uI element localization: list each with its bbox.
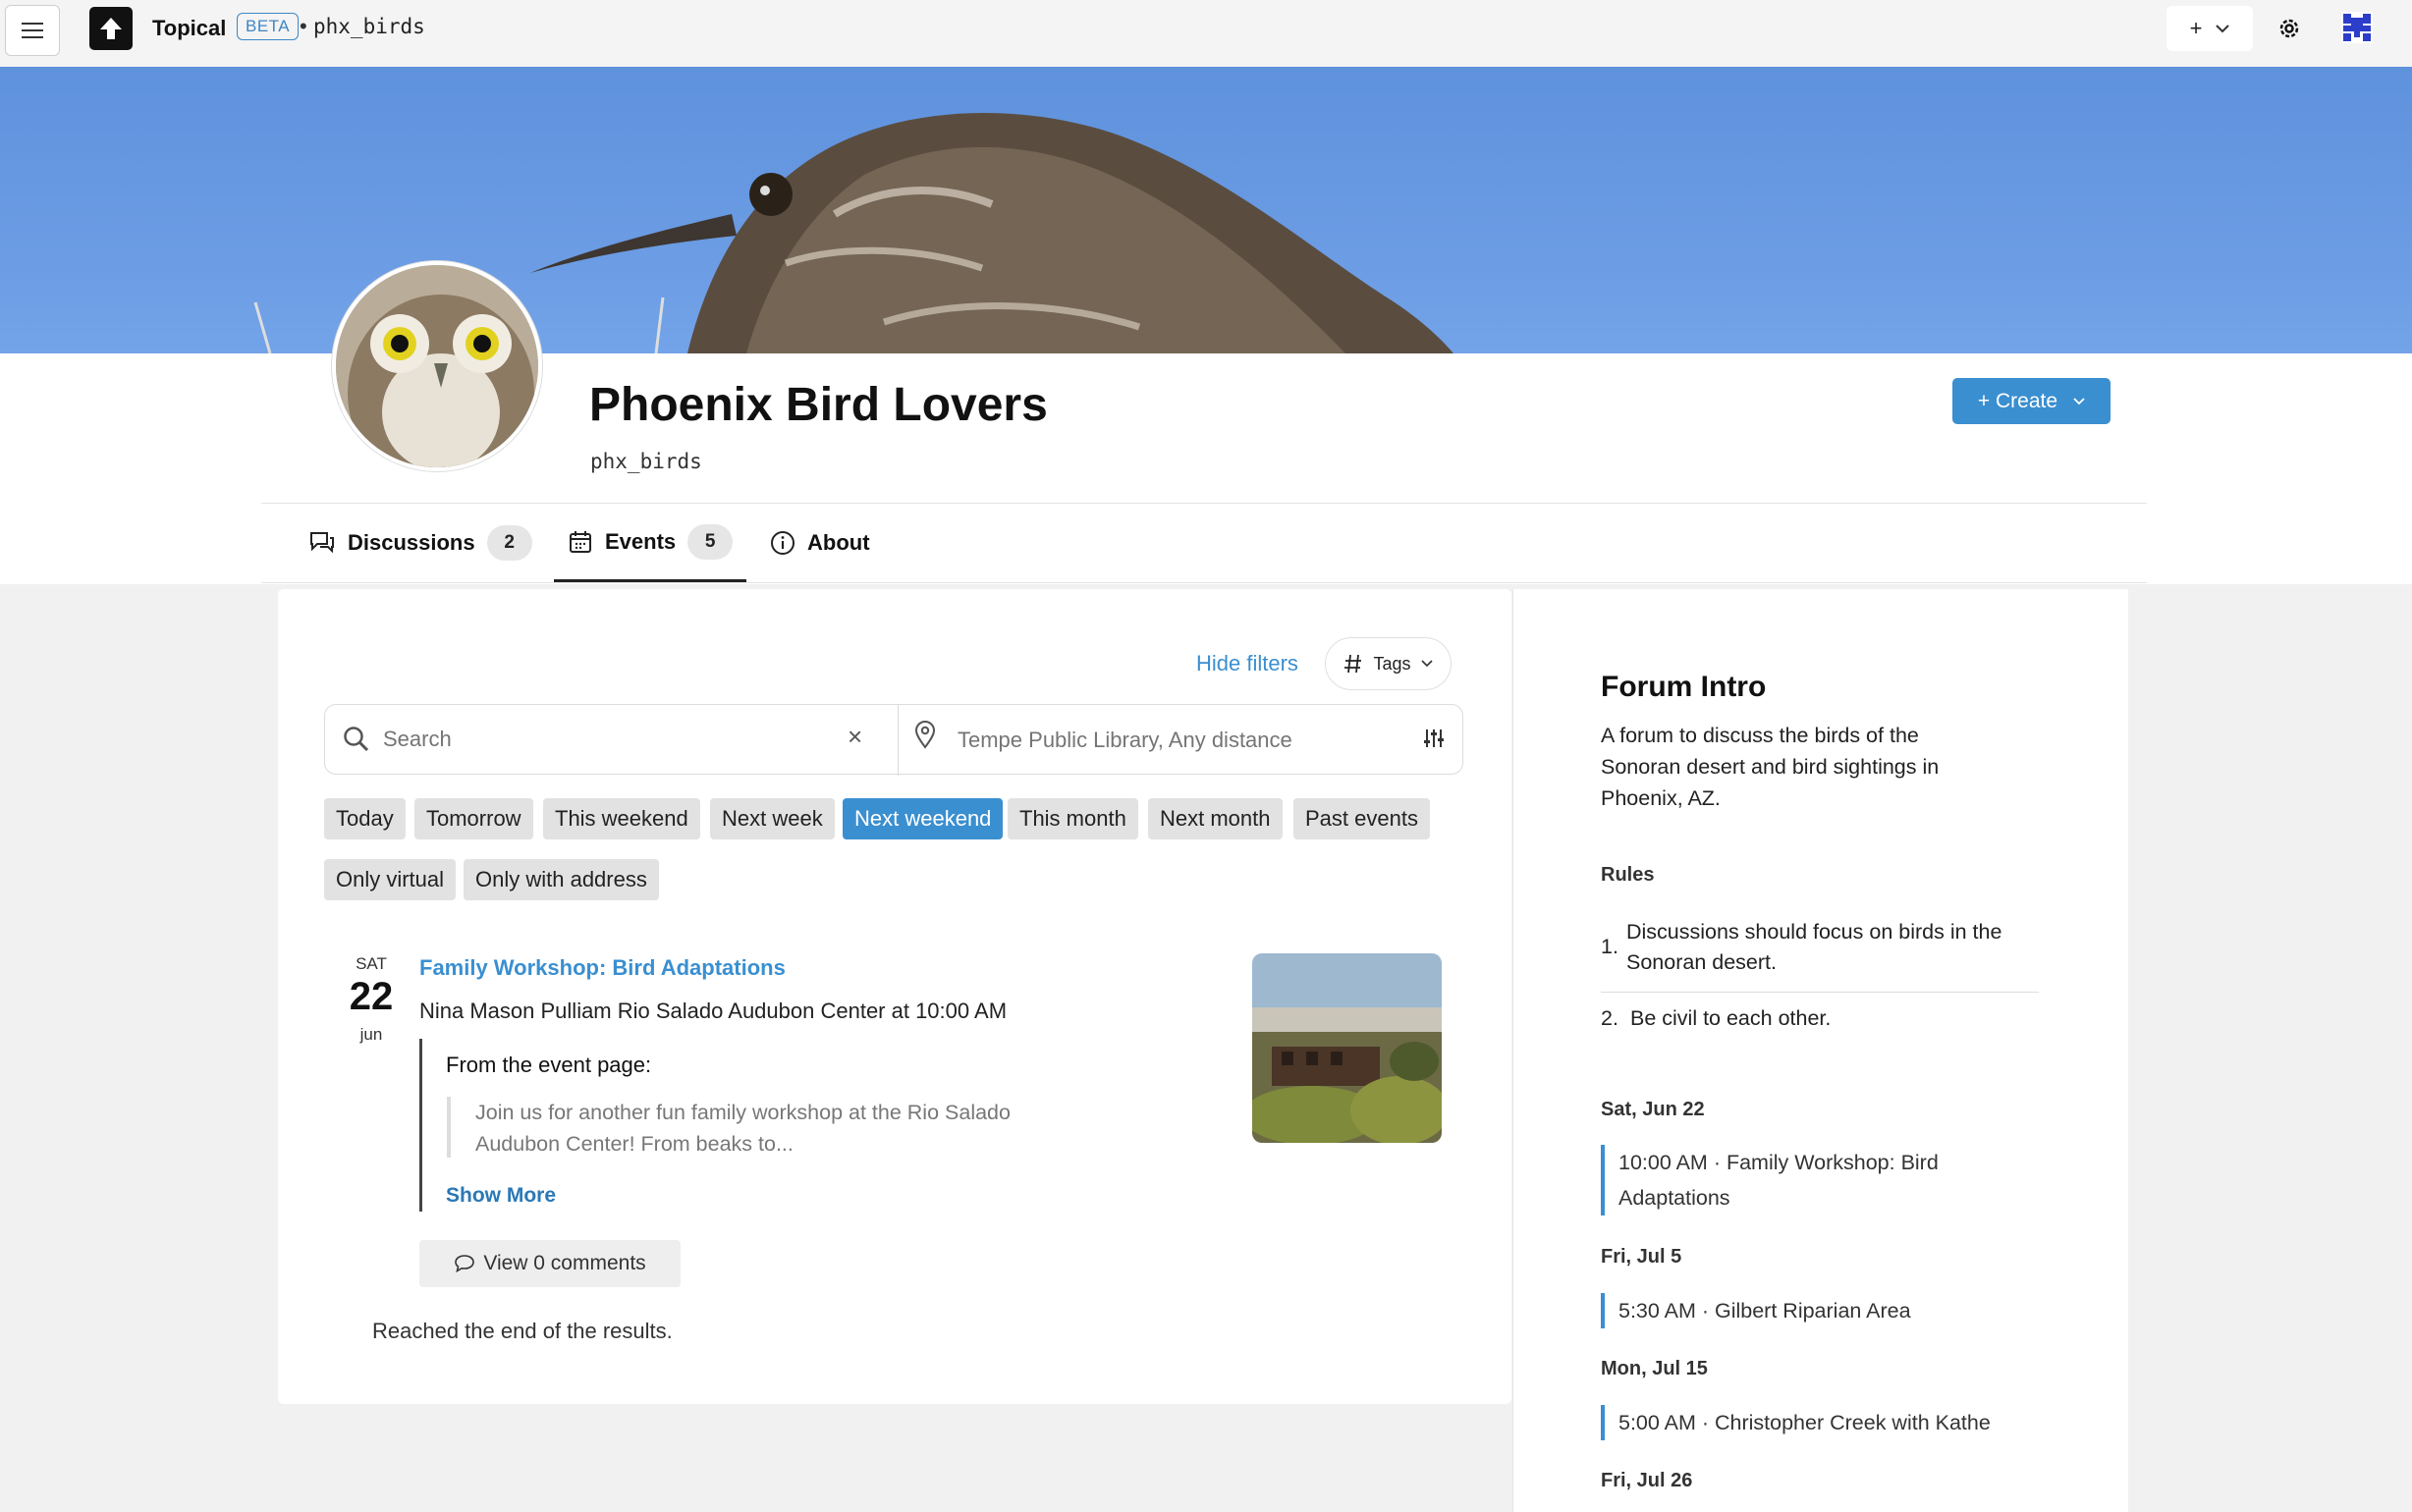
create-button-label: + Create <box>1977 389 2058 412</box>
schedule-day-heading: Fri, Jul 26 <box>1601 1470 1693 1491</box>
menu-icon <box>22 23 43 38</box>
chat-icon <box>310 532 334 554</box>
discussions-count-badge: 2 <box>486 525 532 561</box>
gear-icon <box>2279 19 2299 38</box>
search-input[interactable] <box>383 727 815 752</box>
tags-filter-button[interactable]: Tags <box>1325 637 1452 690</box>
end-of-results-text: Reached the end of the results. <box>372 1319 673 1343</box>
chip-next-week[interactable]: Next week <box>710 798 835 839</box>
tab-discussions[interactable]: Discussions 2 <box>308 504 532 582</box>
rules-heading: Rules <box>1601 864 1655 886</box>
chip-only-virtual[interactable]: Only virtual <box>324 859 457 900</box>
forum-intro-heading: Forum Intro <box>1601 671 1767 703</box>
event-day-of-week: SAT <box>356 954 387 973</box>
event-day-number: 22 <box>349 975 394 1018</box>
chip-only-with-address[interactable]: Only with address <box>464 859 659 900</box>
upload-arrow-icon <box>100 18 122 39</box>
user-avatar-icon[interactable] <box>2341 12 2373 43</box>
chip-next-weekend[interactable]: Next weekend <box>843 798 1004 839</box>
breadcrumb-forum[interactable]: phx_birds <box>313 15 425 38</box>
forum-tabs: Discussions 2 Events 5 About <box>261 504 2147 584</box>
event-excerpt: Join us for another fun family workshop … <box>475 1101 1011 1156</box>
hide-filters-link[interactable]: Hide filters <box>1196 651 1298 676</box>
tune-icon[interactable] <box>1422 727 1446 750</box>
schedule-event-link[interactable]: 10:00 AM · Family Workshop: Bird Adaptat… <box>1601 1145 2013 1215</box>
tab-events[interactable]: Events 5 <box>554 504 746 582</box>
event-image[interactable] <box>1252 953 1442 1143</box>
rule-text: Discussions should focus on birds in the… <box>1626 920 2002 974</box>
event-month: jun <box>359 1025 383 1044</box>
from-event-page-label: From the event page: <box>446 1053 652 1077</box>
view-comments-label: View 0 comments <box>483 1252 646 1274</box>
forum-avatar <box>332 261 542 471</box>
tags-label: Tags <box>1373 653 1411 674</box>
app-logo[interactable] <box>89 7 133 50</box>
rule-text: Be civil to each other. <box>1630 1006 1832 1030</box>
tab-label: About <box>807 530 870 555</box>
menu-button[interactable] <box>5 5 60 56</box>
chip-this-month[interactable]: This month <box>1008 798 1138 839</box>
chip-tomorrow[interactable]: Tomorrow <box>414 798 533 839</box>
rules-divider <box>1601 992 2039 993</box>
chip-next-month[interactable]: Next month <box>1148 798 1283 839</box>
event-title-link[interactable]: Family Workshop: Bird Adaptations <box>419 955 786 981</box>
beta-badge: BETA <box>237 13 300 40</box>
search-divider <box>898 705 899 776</box>
location-input[interactable] <box>958 728 1390 753</box>
chevron-down-icon <box>2216 25 2230 33</box>
schedule-day-heading: Sat, Jun 22 <box>1601 1099 1705 1120</box>
rule-item: 2. Be civil to each other. <box>1601 1003 2043 1035</box>
app-name[interactable]: Topical <box>152 16 226 41</box>
calendar-icon <box>570 530 591 553</box>
tab-label: Events <box>605 528 677 554</box>
top-bar: Topical BETA • phx_birds + <box>0 0 2412 67</box>
schedule-day-heading: Mon, Jul 15 <box>1601 1358 1708 1379</box>
forum-title: Phoenix Bird Lovers <box>589 379 1048 431</box>
chevron-down-icon <box>2073 397 2085 405</box>
rule-item: 1. Discussions should focus on birds in … <box>1601 917 2043 980</box>
new-item-button[interactable]: + <box>2166 6 2253 51</box>
tabs-divider <box>261 582 2147 583</box>
rule-number: 1. <box>1601 935 1618 958</box>
chip-today[interactable]: Today <box>324 798 406 839</box>
plus-label: + <box>2189 16 2203 40</box>
search-icon <box>344 727 369 752</box>
info-icon <box>771 531 795 555</box>
schedule-event-link[interactable]: 5:00 AM · Christopher Creek with Kathe <box>1601 1405 2013 1440</box>
settings-button[interactable] <box>2273 12 2306 45</box>
schedule-day-heading: Fri, Jul 5 <box>1601 1246 1682 1268</box>
chevron-down-icon <box>1420 660 1433 668</box>
schedule-event-link[interactable]: 5:30 AM · Gilbert Riparian Area <box>1601 1293 2013 1328</box>
pin-icon <box>914 721 936 749</box>
tab-label: Discussions <box>348 530 475 555</box>
comment-icon <box>455 1255 475 1273</box>
events-count-badge: 5 <box>687 523 734 560</box>
forum-intro-description: A forum to discuss the birds of the Sono… <box>1601 724 1940 810</box>
breadcrumb-separator: • <box>300 14 307 38</box>
view-comments-button[interactable]: View 0 comments <box>419 1240 681 1287</box>
rule-number: 2. <box>1601 1006 1618 1030</box>
chip-this-weekend[interactable]: This weekend <box>543 798 700 839</box>
show-more-link[interactable]: Show More <box>446 1184 556 1208</box>
create-button[interactable]: + Create <box>1952 378 2110 424</box>
chip-past-events[interactable]: Past events <box>1293 798 1430 839</box>
event-location: Nina Mason Pulliam Rio Salado Audubon Ce… <box>419 999 1008 1023</box>
tab-about[interactable]: About <box>770 504 870 582</box>
hash-icon <box>1344 654 1362 674</box>
close-icon[interactable]: × <box>848 722 862 752</box>
forum-handle: phx_birds <box>590 450 702 473</box>
